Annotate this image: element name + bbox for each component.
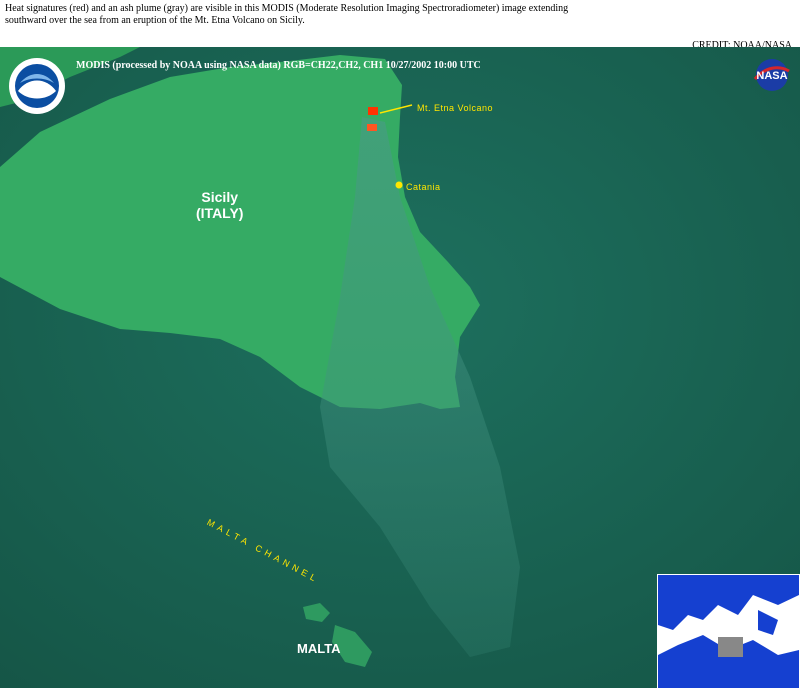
etna-label: Mt. Etna Volcano — [417, 103, 494, 113]
heat-signature — [368, 107, 378, 115]
catania-marker — [395, 181, 403, 189]
satellite-map: MODIS (processed by NOAA using NASA data… — [0, 47, 800, 688]
malta-label: MALTA — [297, 641, 341, 656]
caption-text: Heat signatures (red) and an ash plume (… — [5, 3, 569, 26]
sicily-label: Sicily (ITALY) — [196, 189, 243, 221]
image-header: MODIS (processed by NOAA using NASA data… — [76, 60, 481, 71]
caption-bar: Heat signatures (red) and an ash plume (… — [0, 0, 800, 51]
inset-locator-map — [657, 574, 800, 688]
heat-signature — [367, 124, 377, 131]
svg-text:NASA: NASA — [756, 70, 787, 82]
sicily-label-line1: Sicily — [201, 189, 239, 205]
nasa-logo-icon: NASA — [753, 59, 790, 91]
noaa-logo-icon — [9, 58, 65, 114]
sicily-label-line2: (ITALY) — [196, 205, 244, 221]
inset-focus-box — [718, 637, 743, 657]
inset-map-graphic — [658, 575, 799, 688]
catania-label: Catania — [406, 182, 441, 192]
